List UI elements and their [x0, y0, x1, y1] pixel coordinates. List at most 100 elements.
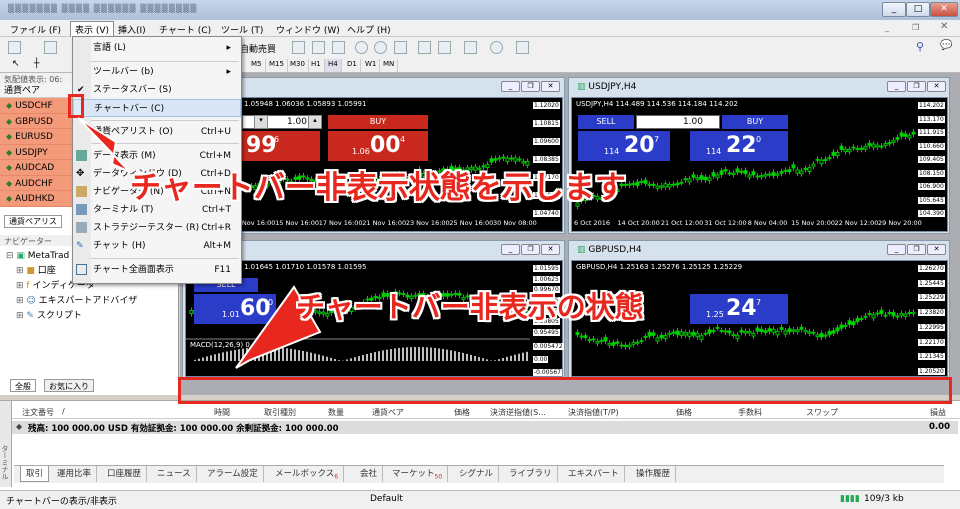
mdi-close-icon[interactable]: ✕	[940, 21, 948, 32]
mdi-restore-icon[interactable]: ❐	[912, 23, 919, 32]
menu-insert[interactable]: 挿入(I)	[114, 22, 150, 37]
cursor-icon[interactable]: ↖	[12, 59, 20, 69]
terminal-side-tab[interactable]: ターミナル	[0, 401, 12, 487]
menu-item-market-watch[interactable]: 通貨ペアリスト (O) Ctrl+U	[73, 123, 241, 141]
buy-price-box[interactable]: 1.06 00 4	[328, 131, 428, 161]
chart-canvas[interactable]: USDJPY,H4 114.489 114.536 114.184 114.20…	[571, 97, 948, 232]
profiles-icon[interactable]	[44, 41, 57, 54]
terminal-tab[interactable]: シグナル	[454, 466, 500, 482]
zoom-out-icon[interactable]	[374, 41, 387, 54]
terminal-tab[interactable]: 口座履歴	[102, 466, 148, 482]
terminal-tab[interactable]: 会社	[355, 466, 384, 482]
menu-item-fullscreen[interactable]: チャート全画面表示 F11	[73, 261, 241, 279]
chart-close-button[interactable]: ✕	[927, 81, 946, 92]
col-type[interactable]: 取引種別	[264, 407, 296, 418]
terminal-tab[interactable]: アラーム設定	[202, 466, 264, 482]
crosshair-icon[interactable]: ┼	[34, 59, 39, 69]
menu-chart[interactable]: チャート (C)	[155, 22, 215, 37]
chart-close-button[interactable]: ✕	[927, 244, 946, 255]
buy-price-box[interactable]: 1.25 24 7	[690, 294, 788, 324]
chart-minimize-button[interactable]: _	[501, 81, 520, 92]
tf-h4[interactable]: H4	[325, 59, 342, 72]
buy-button[interactable]: BUY	[722, 115, 788, 129]
col-time[interactable]: 時間	[214, 407, 230, 418]
chart-shift-icon[interactable]	[438, 41, 451, 54]
menu-item-language[interactable]: 言語 (L) ▸	[73, 39, 241, 57]
auto-scroll-icon[interactable]	[418, 41, 431, 54]
chart-restore-button[interactable]: ❐	[907, 81, 926, 92]
templates-icon[interactable]	[516, 41, 529, 54]
tf-m30[interactable]: M30	[287, 59, 309, 72]
lot-up-icon[interactable]: ▴	[308, 115, 322, 129]
tf-w1[interactable]: W1	[362, 59, 381, 72]
terminal-tab[interactable]: エキスパート	[563, 466, 625, 482]
terminal-tab[interactable]: マーケット50	[387, 466, 449, 482]
sell-price-box[interactable]: 99 6	[240, 131, 320, 161]
chart-close-button[interactable]: ✕	[541, 81, 560, 92]
menu-item-strategy-tester[interactable]: ストラテジーテスター (R) Ctrl+R	[73, 219, 241, 237]
col-sl[interactable]: 決済逆指値(S...	[490, 407, 546, 418]
terminal-tab[interactable]: 取引	[20, 466, 50, 482]
menu-item-chartbar[interactable]: チャートバー (C)	[73, 99, 241, 117]
bar-chart-icon[interactable]	[292, 41, 305, 54]
chart-minimize-button[interactable]: _	[501, 244, 520, 255]
line-chart-icon[interactable]	[332, 41, 345, 54]
zoom-in-icon[interactable]	[355, 41, 368, 54]
col-order[interactable]: 注文番号	[22, 407, 54, 418]
indicators-icon[interactable]	[464, 41, 477, 54]
periods-icon[interactable]	[490, 41, 503, 54]
tf-h1[interactable]: H1	[308, 59, 325, 72]
symbols-tab[interactable]: 通貨ペアリス	[4, 215, 62, 228]
col-volume[interactable]: 数量	[328, 407, 344, 418]
tf-m5[interactable]: M5	[248, 59, 266, 72]
chart-restore-button[interactable]: ❐	[521, 244, 540, 255]
tab-common[interactable]: 全般	[10, 379, 36, 392]
new-chart-icon[interactable]	[8, 41, 21, 54]
nav-item-scripts[interactable]: ⊞ ✎ スクリプト	[6, 309, 178, 324]
search-icon[interactable]: ⚲	[916, 40, 924, 53]
minimize-button[interactable]: _	[882, 2, 906, 17]
chart-restore-button[interactable]: ❐	[521, 81, 540, 92]
chart-close-button[interactable]: ✕	[541, 244, 560, 255]
sell-price-box[interactable]: 1.01 60 0	[194, 294, 276, 324]
terminal-tab[interactable]: 運用比率	[52, 466, 98, 482]
terminal-tab[interactable]: 操作履歴	[631, 466, 677, 482]
col-profit[interactable]: 損益	[930, 407, 946, 418]
autotrade-button[interactable]: 自動売買	[240, 42, 276, 55]
col-price2[interactable]: 価格	[676, 407, 692, 418]
terminal-tab[interactable]: ニュース	[152, 466, 197, 482]
lot-size-input[interactable]: 1.00	[636, 115, 720, 129]
col-commission[interactable]: 手数料	[738, 407, 762, 418]
chart-minimize-button[interactable]: _	[887, 244, 906, 255]
mdi-minimize-icon[interactable]: _	[885, 23, 889, 32]
col-swap[interactable]: スワップ	[806, 407, 838, 418]
chart-window-usdjpy[interactable]: ▥ USDJPY,H4 _ ❐ ✕ USDJPY,H4 114.489 114.…	[568, 77, 950, 234]
sell-price-box[interactable]: 114 20 7	[578, 131, 670, 161]
close-button[interactable]: ✕	[930, 2, 958, 17]
maximize-button[interactable]: □	[906, 2, 930, 17]
buy-price-box[interactable]: 114 22 0	[690, 131, 788, 161]
menu-tools[interactable]: ツール (T)	[217, 22, 267, 37]
tab-favorites[interactable]: お気に入り	[44, 379, 94, 392]
menu-window[interactable]: ウィンドウ (W)	[272, 22, 344, 37]
col-symbol[interactable]: 通貨ペア	[372, 407, 404, 418]
tile-windows-icon[interactable]	[394, 41, 407, 54]
nav-item-experts[interactable]: ⊞ ☺ エキスパートアドバイザ	[6, 294, 178, 309]
sell-button[interactable]: SELL	[578, 115, 634, 129]
tf-mn[interactable]: MN	[380, 59, 399, 72]
chart-minimize-button[interactable]: _	[887, 81, 906, 92]
buy-button[interactable]: BUY	[328, 115, 428, 129]
lot-down-icon[interactable]: ▾	[254, 115, 268, 129]
menu-help[interactable]: ヘルプ (H)	[343, 22, 395, 37]
chat-icon[interactable]: 💬	[940, 40, 952, 51]
chart-restore-button[interactable]: ❐	[907, 244, 926, 255]
candles-icon[interactable]	[312, 41, 325, 54]
tf-m15[interactable]: M15	[266, 59, 288, 72]
terminal-tab[interactable]: ライブラリ	[504, 466, 558, 482]
menu-item-statusbar[interactable]: ✔ ステータスバー (S)	[73, 81, 241, 99]
menu-item-chat[interactable]: ✎ チャット (H) Alt+M	[73, 237, 241, 255]
menu-item-toolbars[interactable]: ツールバー (b) ▸	[73, 63, 241, 81]
terminal-tab[interactable]: メールボックス6	[270, 466, 345, 482]
balance-row[interactable]: ◆ 残高: 100 000.00 USD 有効証拠金: 100 000.00 余…	[12, 421, 958, 434]
col-price[interactable]: 価格	[454, 407, 470, 418]
